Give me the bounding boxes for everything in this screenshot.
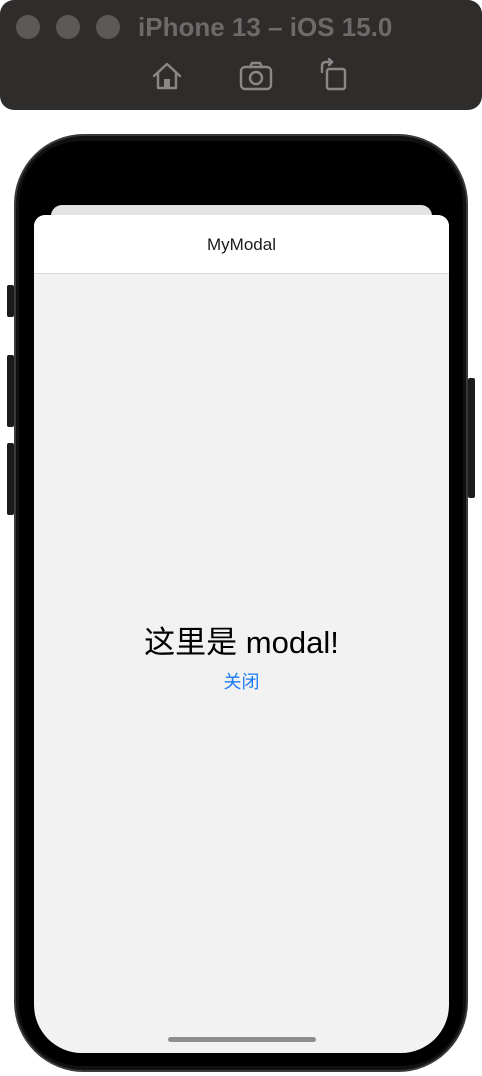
minimize-window-button[interactable] — [56, 15, 80, 39]
rotate-icon[interactable] — [316, 58, 352, 94]
simulator-title: iPhone 13 – iOS 15.0 — [138, 12, 393, 42]
close-button[interactable]: 关闭 — [34, 668, 449, 696]
screenshot-icon[interactable] — [238, 58, 274, 94]
modal-header: MyModal — [34, 215, 449, 274]
modal-title: MyModal — [207, 235, 276, 254]
modal-body-text: 这里是 modal! — [144, 625, 339, 660]
modal-sheet: MyModal 这里是 modal! 关闭 — [34, 215, 449, 1053]
volume-up-button — [7, 355, 14, 427]
close-window-button[interactable] — [16, 15, 40, 39]
home-icon[interactable] — [149, 58, 185, 94]
phone-screen: MyModal 这里是 modal! 关闭 — [34, 150, 449, 1053]
simulator-title-bar: iPhone 13 – iOS 15.0 — [0, 0, 482, 110]
home-indicator[interactable] — [168, 1037, 316, 1042]
power-button — [468, 378, 475, 498]
zoom-window-button[interactable] — [96, 15, 120, 39]
mute-switch — [7, 285, 14, 317]
volume-down-button — [7, 443, 14, 515]
